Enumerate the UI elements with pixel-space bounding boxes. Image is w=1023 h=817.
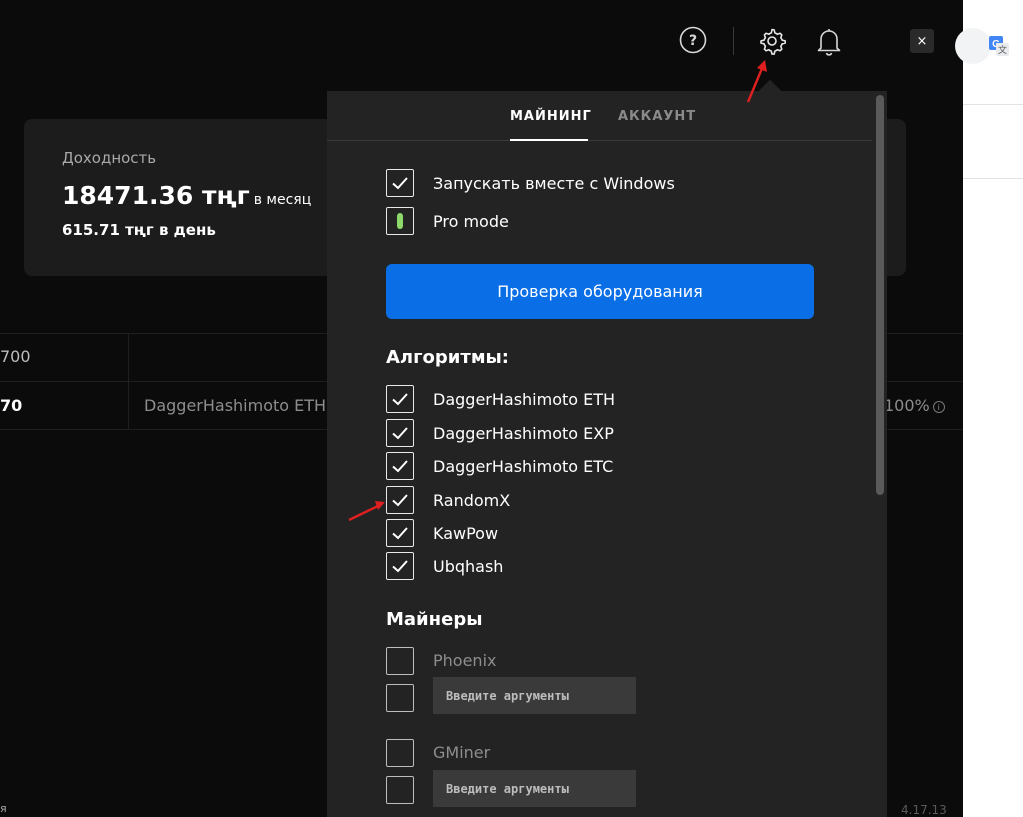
settings-panel: МАЙНИНГ АККАУНТ Запускать вместе с Windo…: [327, 91, 887, 817]
table-cell: 70: [0, 396, 23, 415]
settings-tabs: МАЙНИНГ АККАУНТ: [327, 91, 872, 141]
earnings-monthly-suffix: в месяц: [253, 192, 312, 208]
algorithm-label: DaggerHashimoto ETC: [433, 457, 614, 476]
check-icon: [392, 494, 408, 507]
checkbox-miner-args[interactable]: [386, 776, 414, 804]
miner-label: GMiner: [433, 743, 491, 762]
option-label: Запускать вместе с Windows: [433, 174, 675, 193]
check-icon: [392, 427, 408, 440]
info-icon[interactable]: i: [932, 401, 945, 413]
miner-args-input[interactable]: [433, 770, 636, 807]
tab-account[interactable]: АККАУНТ: [618, 109, 696, 124]
svg-text:文: 文: [998, 44, 1007, 56]
percent-value: 100%: [884, 396, 930, 415]
option-label: Pro mode: [433, 212, 509, 231]
browser-divider: [963, 104, 1023, 105]
browser-strip: G 文: [955, 0, 1023, 817]
checkbox-algorithm[interactable]: [386, 452, 414, 480]
translate-icon[interactable]: G 文: [989, 36, 1009, 56]
checkbox-miner[interactable]: [386, 647, 414, 675]
table-cell-algorithm: DaggerHashimoto ETH: [144, 396, 327, 415]
annotation-arrow: [746, 60, 767, 103]
active-tab-indicator: [510, 139, 588, 141]
miner-label: Phoenix: [433, 651, 497, 670]
earnings-monthly: 18471.36 тңг в месяц: [62, 181, 311, 210]
table-column-divider: [128, 333, 129, 429]
toggle-pro-mode[interactable]: [386, 207, 414, 235]
scrollbar[interactable]: [876, 95, 884, 495]
check-icon: [392, 460, 408, 473]
help-icon[interactable]: ?: [679, 26, 707, 54]
browser-button-bg: [955, 28, 991, 64]
checkbox-algorithm[interactable]: [386, 486, 414, 514]
check-icon: [392, 177, 408, 190]
miner-args-input[interactable]: [433, 677, 636, 714]
header-divider: [733, 27, 734, 55]
algorithm-label: Ubqhash: [433, 557, 504, 576]
check-icon: [392, 560, 408, 573]
earnings-monthly-value: 18471.36 тңг: [62, 181, 250, 210]
algorithms-title: Алгоритмы:: [386, 347, 510, 368]
status-text: я: [0, 802, 7, 815]
checkbox-start-with-windows[interactable]: [386, 169, 414, 197]
algorithm-label: KawPow: [433, 524, 499, 543]
check-icon: [392, 527, 408, 540]
table-cell-percent: 100% i: [884, 396, 945, 415]
checkbox-miner-args[interactable]: [386, 684, 414, 712]
pro-mode-indicator: [397, 213, 403, 229]
check-hardware-button[interactable]: Проверка оборудования: [386, 264, 814, 319]
earnings-label: Доходность: [62, 149, 157, 167]
tab-mining[interactable]: МАЙНИНГ: [510, 109, 592, 124]
miners-title: Майнеры: [386, 609, 483, 630]
algorithm-label: DaggerHashimoto ETH: [433, 390, 616, 409]
close-button[interactable]: ×: [910, 29, 934, 53]
algorithm-label: RandomX: [433, 491, 511, 510]
version-label: 4.17.13: [901, 803, 947, 817]
algorithm-label: DaggerHashimoto EXP: [433, 424, 614, 443]
bell-icon[interactable]: [815, 26, 843, 56]
checkbox-algorithm[interactable]: [386, 519, 414, 547]
earnings-daily: 615.71 тңг в день: [62, 221, 216, 239]
check-icon: [392, 393, 408, 406]
svg-text:?: ?: [689, 33, 697, 49]
checkbox-miner[interactable]: [386, 739, 414, 767]
annotation-arrow: [348, 501, 385, 522]
gear-icon[interactable]: [757, 26, 787, 56]
checkbox-algorithm[interactable]: [386, 419, 414, 447]
checkbox-algorithm[interactable]: [386, 385, 414, 413]
checkbox-algorithm[interactable]: [386, 552, 414, 580]
table-cell: 700: [0, 347, 31, 366]
browser-divider: [963, 178, 1023, 179]
